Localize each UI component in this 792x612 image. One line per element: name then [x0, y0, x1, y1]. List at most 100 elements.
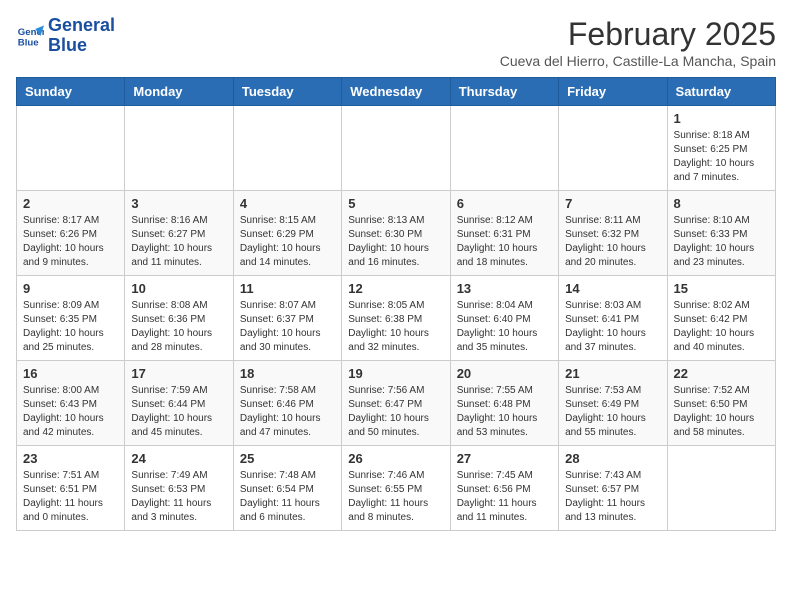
- day-number: 24: [131, 451, 226, 466]
- header-wednesday: Wednesday: [342, 78, 450, 106]
- table-row: 14 Sunrise: 8:03 AM Sunset: 6:41 PM Dayli…: [559, 276, 667, 361]
- day-number: 1: [674, 111, 769, 126]
- day-number: 10: [131, 281, 226, 296]
- table-row: 18 Sunrise: 7:58 AM Sunset: 6:46 PM Dayli…: [233, 361, 341, 446]
- cell-info: Sunrise: 8:13 AM Sunset: 6:30 PM Dayligh…: [348, 214, 443, 270]
- day-number: 27: [457, 451, 552, 466]
- day-number: 17: [131, 366, 226, 381]
- logo: General Blue General Blue: [16, 16, 115, 56]
- title-section: February 2025 Cueva del Hierro, Castille…: [500, 16, 776, 69]
- table-row: 1 Sunrise: 8:18 AM Sunset: 6:25 PM Daylig…: [667, 106, 775, 191]
- day-number: 12: [348, 281, 443, 296]
- day-number: 8: [674, 196, 769, 211]
- cell-info: Sunrise: 8:12 AM Sunset: 6:31 PM Dayligh…: [457, 214, 552, 270]
- cell-info: Sunrise: 7:45 AM Sunset: 6:56 PM Dayligh…: [457, 469, 552, 525]
- cell-info: Sunrise: 8:00 AM Sunset: 6:43 PM Dayligh…: [23, 384, 118, 440]
- location: Cueva del Hierro, Castille-La Mancha, Sp…: [500, 53, 776, 69]
- table-row: [17, 106, 125, 191]
- table-row: 16Sunrise: 8:00 AM Sunset: 6:43 PM Dayli…: [17, 361, 125, 446]
- day-number: 18: [240, 366, 335, 381]
- table-row: 7 Sunrise: 8:11 AM Sunset: 6:32 PM Daylig…: [559, 191, 667, 276]
- cell-info: Sunrise: 8:11 AM Sunset: 6:32 PM Dayligh…: [565, 214, 660, 270]
- day-number: 22: [674, 366, 769, 381]
- cell-info: Sunrise: 8:02 AM Sunset: 6:42 PM Dayligh…: [674, 299, 769, 355]
- table-row: 3 Sunrise: 8:16 AM Sunset: 6:27 PM Daylig…: [125, 191, 233, 276]
- svg-text:Blue: Blue: [18, 37, 39, 48]
- day-number: 5: [348, 196, 443, 211]
- table-row: 22 Sunrise: 7:52 AM Sunset: 6:50 PM Dayli…: [667, 361, 775, 446]
- day-number: 19: [348, 366, 443, 381]
- table-row: 20Sunrise: 7:55 AM Sunset: 6:48 PM Dayli…: [450, 361, 558, 446]
- table-row: 10 Sunrise: 8:08 AM Sunset: 6:36 PM Dayli…: [125, 276, 233, 361]
- cell-info: Sunrise: 8:15 AM Sunset: 6:29 PM Dayligh…: [240, 214, 335, 270]
- day-number: 23: [23, 451, 118, 466]
- day-number: 15: [674, 281, 769, 296]
- calendar-body: 1 Sunrise: 8:18 AM Sunset: 6:25 PM Daylig…: [17, 106, 776, 531]
- calendar-week-5: 23 Sunrise: 7:51 AM Sunset: 6:51 PM Dayli…: [17, 446, 776, 531]
- table-row: [342, 106, 450, 191]
- cell-info: Sunrise: 7:52 AM Sunset: 6:50 PM Dayligh…: [674, 384, 769, 440]
- day-number: 9: [23, 281, 118, 296]
- logo-icon: General Blue: [16, 22, 44, 50]
- table-row: 26Sunrise: 7:46 AM Sunset: 6:55 PM Dayli…: [342, 446, 450, 531]
- header-sunday: Sunday: [17, 78, 125, 106]
- table-row: [233, 106, 341, 191]
- day-number: 25: [240, 451, 335, 466]
- table-row: [125, 106, 233, 191]
- day-number: 14: [565, 281, 660, 296]
- table-row: 8 Sunrise: 8:10 AM Sunset: 6:33 PM Daylig…: [667, 191, 775, 276]
- cell-info: Sunrise: 8:09 AM Sunset: 6:35 PM Dayligh…: [23, 299, 118, 355]
- day-number: 20: [457, 366, 552, 381]
- cell-info: Sunrise: 8:03 AM Sunset: 6:41 PM Dayligh…: [565, 299, 660, 355]
- calendar-week-2: 2Sunrise: 8:17 AM Sunset: 6:26 PM Daylig…: [17, 191, 776, 276]
- table-row: 12 Sunrise: 8:05 AM Sunset: 6:38 PM Dayli…: [342, 276, 450, 361]
- cell-info: Sunrise: 8:16 AM Sunset: 6:27 PM Dayligh…: [131, 214, 226, 270]
- table-row: 19 Sunrise: 7:56 AM Sunset: 6:47 PM Dayli…: [342, 361, 450, 446]
- day-number: 7: [565, 196, 660, 211]
- header-thursday: Thursday: [450, 78, 558, 106]
- cell-info: Sunrise: 8:07 AM Sunset: 6:37 PM Dayligh…: [240, 299, 335, 355]
- table-row: 9 Sunrise: 8:09 AM Sunset: 6:35 PM Daylig…: [17, 276, 125, 361]
- header-tuesday: Tuesday: [233, 78, 341, 106]
- cell-info: Sunrise: 8:17 AM Sunset: 6:26 PM Dayligh…: [23, 214, 118, 270]
- table-row: [450, 106, 558, 191]
- day-number: 3: [131, 196, 226, 211]
- cell-info: Sunrise: 7:53 AM Sunset: 6:49 PM Dayligh…: [565, 384, 660, 440]
- cell-info: Sunrise: 8:04 AM Sunset: 6:40 PM Dayligh…: [457, 299, 552, 355]
- table-row: 4Sunrise: 8:15 AM Sunset: 6:29 PM Daylig…: [233, 191, 341, 276]
- day-number: 13: [457, 281, 552, 296]
- cell-info: Sunrise: 8:18 AM Sunset: 6:25 PM Dayligh…: [674, 129, 769, 185]
- table-row: 27 Sunrise: 7:45 AM Sunset: 6:56 PM Dayli…: [450, 446, 558, 531]
- table-row: 21 Sunrise: 7:53 AM Sunset: 6:49 PM Dayli…: [559, 361, 667, 446]
- calendar-header: Sunday Monday Tuesday Wednesday Thursday…: [17, 78, 776, 106]
- table-row: [559, 106, 667, 191]
- cell-info: Sunrise: 7:43 AM Sunset: 6:57 PM Dayligh…: [565, 469, 660, 525]
- header-monday: Monday: [125, 78, 233, 106]
- table-row: 23 Sunrise: 7:51 AM Sunset: 6:51 PM Dayli…: [17, 446, 125, 531]
- cell-info: Sunrise: 8:08 AM Sunset: 6:36 PM Dayligh…: [131, 299, 226, 355]
- month-title: February 2025: [500, 16, 776, 53]
- table-row: 15 Sunrise: 8:02 AM Sunset: 6:42 PM Dayli…: [667, 276, 775, 361]
- table-row: 6Sunrise: 8:12 AM Sunset: 6:31 PM Daylig…: [450, 191, 558, 276]
- table-row: 2Sunrise: 8:17 AM Sunset: 6:26 PM Daylig…: [17, 191, 125, 276]
- logo-text: General Blue: [48, 16, 115, 56]
- cell-info: Sunrise: 7:49 AM Sunset: 6:53 PM Dayligh…: [131, 469, 226, 525]
- cell-info: Sunrise: 7:51 AM Sunset: 6:51 PM Dayligh…: [23, 469, 118, 525]
- cell-info: Sunrise: 7:58 AM Sunset: 6:46 PM Dayligh…: [240, 384, 335, 440]
- calendar-week-1: 1 Sunrise: 8:18 AM Sunset: 6:25 PM Daylig…: [17, 106, 776, 191]
- table-row: 24 Sunrise: 7:49 AM Sunset: 6:53 PM Dayli…: [125, 446, 233, 531]
- cell-info: Sunrise: 7:56 AM Sunset: 6:47 PM Dayligh…: [348, 384, 443, 440]
- cell-info: Sunrise: 7:48 AM Sunset: 6:54 PM Dayligh…: [240, 469, 335, 525]
- calendar-table: Sunday Monday Tuesday Wednesday Thursday…: [16, 77, 776, 531]
- day-number: 21: [565, 366, 660, 381]
- table-row: 5 Sunrise: 8:13 AM Sunset: 6:30 PM Daylig…: [342, 191, 450, 276]
- calendar-week-4: 16Sunrise: 8:00 AM Sunset: 6:43 PM Dayli…: [17, 361, 776, 446]
- cell-info: Sunrise: 8:10 AM Sunset: 6:33 PM Dayligh…: [674, 214, 769, 270]
- cell-info: Sunrise: 8:05 AM Sunset: 6:38 PM Dayligh…: [348, 299, 443, 355]
- calendar-week-3: 9 Sunrise: 8:09 AM Sunset: 6:35 PM Daylig…: [17, 276, 776, 361]
- page-header: General Blue General Blue February 2025 …: [16, 16, 776, 69]
- cell-info: Sunrise: 7:59 AM Sunset: 6:44 PM Dayligh…: [131, 384, 226, 440]
- table-row: 25 Sunrise: 7:48 AM Sunset: 6:54 PM Dayli…: [233, 446, 341, 531]
- table-row: 28Sunrise: 7:43 AM Sunset: 6:57 PM Dayli…: [559, 446, 667, 531]
- table-row: 13 Sunrise: 8:04 AM Sunset: 6:40 PM Dayli…: [450, 276, 558, 361]
